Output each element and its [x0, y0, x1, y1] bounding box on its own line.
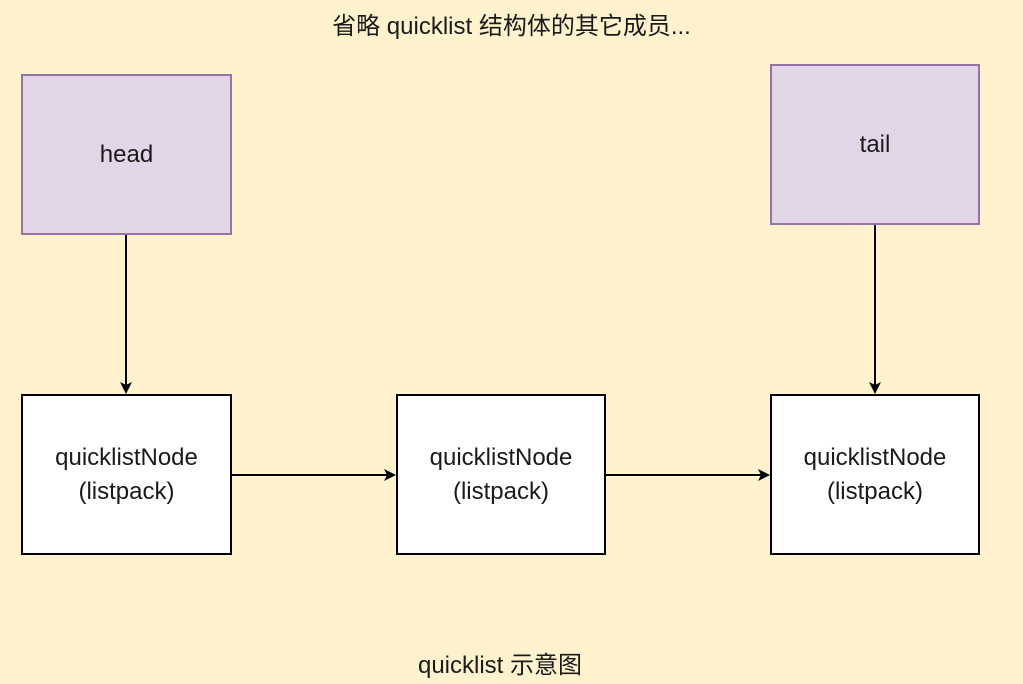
node-name: quicklistNode	[429, 443, 573, 471]
head-pointer-box: head	[21, 74, 232, 235]
node-name: quicklistNode	[55, 443, 198, 471]
tail-label: tail	[859, 130, 891, 158]
node-type: (listpack)	[78, 477, 175, 505]
quicklist-node-1: quicklistNode (listpack)	[21, 394, 232, 555]
quicklist-node-3: quicklistNode (listpack)	[770, 394, 980, 555]
quicklist-node-2: quicklistNode (listpack)	[396, 394, 606, 555]
head-label: head	[99, 140, 154, 168]
node-name: quicklistNode	[803, 443, 947, 471]
node-type: (listpack)	[826, 477, 923, 505]
diagram-caption: quicklist 示意图	[417, 652, 583, 679]
tail-pointer-box: tail	[770, 64, 980, 225]
node-type: (listpack)	[452, 477, 549, 505]
